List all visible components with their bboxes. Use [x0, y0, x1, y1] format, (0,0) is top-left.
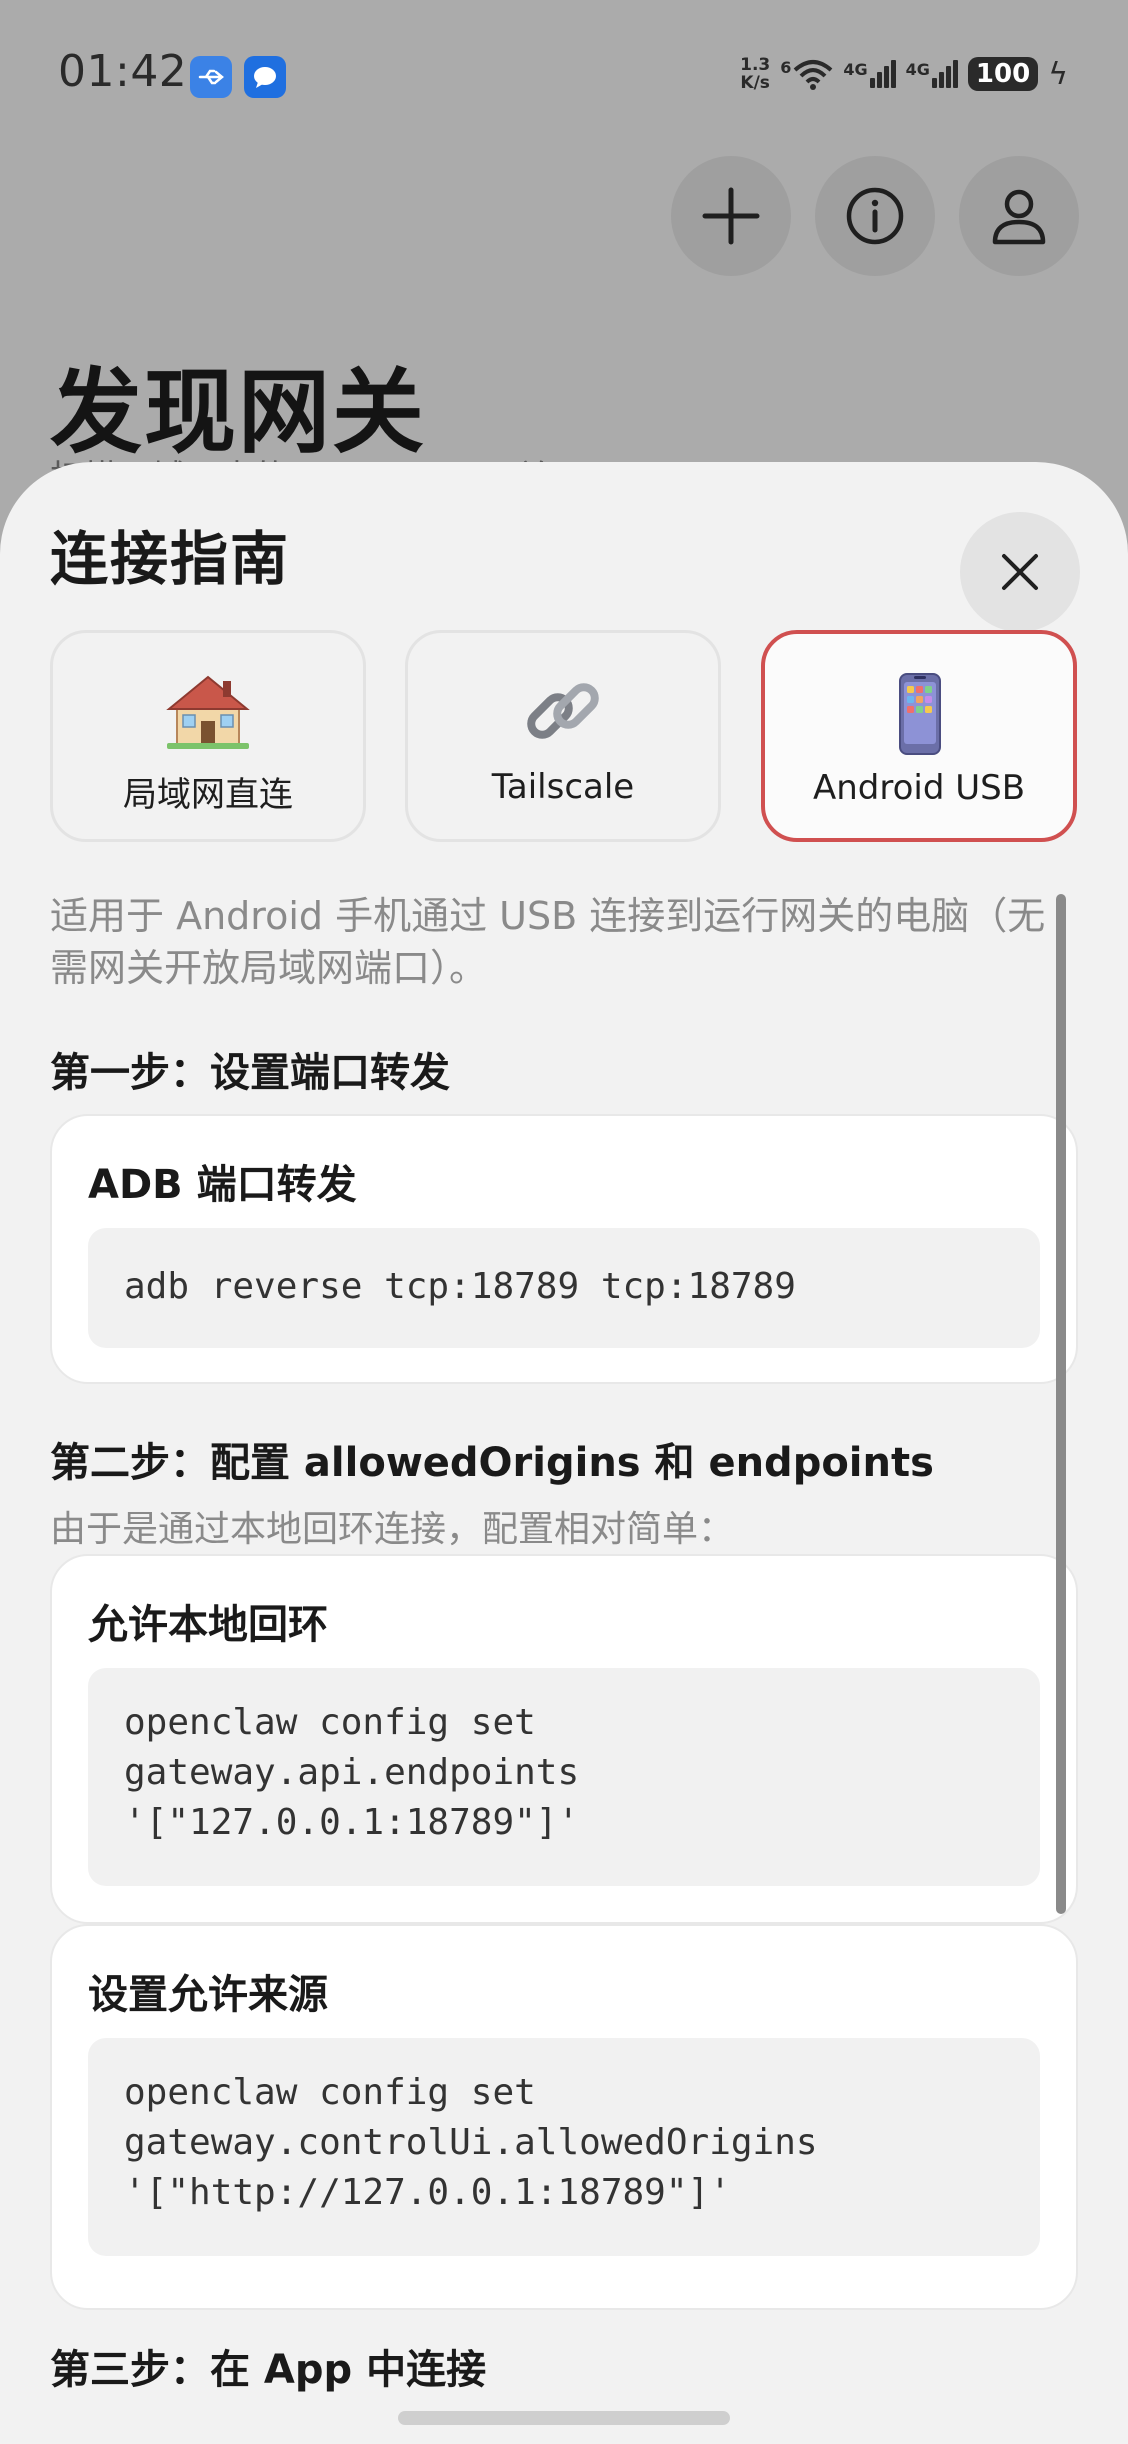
- tab-label: Tailscale: [491, 767, 635, 807]
- status-bar: 01:42 1.3 K/s 6 4G 4G 100 ϟ: [0, 0, 1128, 150]
- tab-tailscale[interactable]: Tailscale: [405, 630, 721, 842]
- step-2-title: 第二步：配置 allowedOrigins 和 endpoints: [50, 1440, 934, 1486]
- info-icon: [846, 187, 904, 245]
- signal-2-tag: 4G: [905, 60, 930, 79]
- allowed-origins-card: 设置允许来源 openclaw config set gateway.contr…: [50, 1924, 1078, 2310]
- code-block-adb-reverse[interactable]: adb reverse tcp:18789 tcp:18789: [88, 1228, 1040, 1348]
- link-icon: [527, 683, 599, 739]
- cell-signal-1-icon: 4G: [843, 60, 896, 88]
- tab-android-usb[interactable]: Android USB: [761, 630, 1077, 842]
- cell-signal-2-icon: 4G: [906, 60, 958, 88]
- step-3-title: 第三步：在 App 中连接: [50, 2347, 487, 2393]
- sheet-title: 连接指南: [50, 525, 291, 593]
- home-indicator[interactable]: [398, 2411, 730, 2425]
- usb-icon: [190, 56, 232, 98]
- charging-icon: ϟ: [1048, 56, 1068, 92]
- status-time: 01:42: [58, 46, 188, 97]
- tab-lan-direct[interactable]: 局域网直连: [50, 630, 366, 842]
- step-1-title: 第一步：设置端口转发: [50, 1050, 450, 1096]
- tab-label: 局域网直连: [123, 775, 293, 815]
- house-icon: [166, 675, 250, 749]
- close-icon: [1002, 554, 1038, 590]
- close-button[interactable]: [960, 512, 1080, 632]
- wifi-tag: 6: [780, 58, 792, 77]
- card-title: ADB 端口转发: [88, 1162, 357, 1208]
- code-block-allowed-origins[interactable]: openclaw config set gateway.controlUi.al…: [88, 2038, 1040, 2256]
- network-speed: 1.3 K/s: [740, 56, 770, 92]
- wifi-icon: 6: [780, 58, 833, 90]
- scrollbar[interactable]: [1056, 894, 1066, 1914]
- phone-icon: [899, 673, 941, 755]
- connection-guide-sheet: 连接指南 局域网直连 Tailscale Android USB 适用于 And…: [0, 462, 1128, 2444]
- adb-forward-card: ADB 端口转发 adb reverse tcp:18789 tcp:18789: [50, 1114, 1078, 1384]
- status-indicators: 1.3 K/s 6 4G 4G 100 ϟ: [740, 50, 1068, 98]
- card-title: 允许本地回环: [88, 1602, 328, 1648]
- battery-level: 100: [975, 59, 1031, 89]
- battery-icon: 100: [967, 57, 1039, 91]
- profile-button[interactable]: [959, 156, 1079, 276]
- code-block-endpoints[interactable]: openclaw config set gateway.api.endpoint…: [88, 1668, 1040, 1886]
- add-button[interactable]: [671, 156, 791, 276]
- network-speed-unit: K/s: [740, 73, 770, 93]
- network-speed-value: 1.3: [740, 55, 771, 75]
- user-icon: [992, 189, 1046, 245]
- signal-1-tag: 4G: [843, 60, 868, 79]
- tab-label: Android USB: [812, 768, 1026, 808]
- message-icon: [244, 56, 286, 98]
- allow-loopback-card: 允许本地回环 openclaw config set gateway.api.e…: [50, 1554, 1078, 1924]
- card-title: 设置允许来源: [88, 1972, 328, 2018]
- info-button[interactable]: [815, 156, 935, 276]
- guide-description: 适用于 Android 手机通过 USB 连接到运行网关的电脑（无需网关开放局域…: [50, 894, 1046, 990]
- step-2-note: 由于是通过本地回环连接，配置相对简单：: [50, 1509, 735, 1550]
- plus-icon: [702, 187, 760, 245]
